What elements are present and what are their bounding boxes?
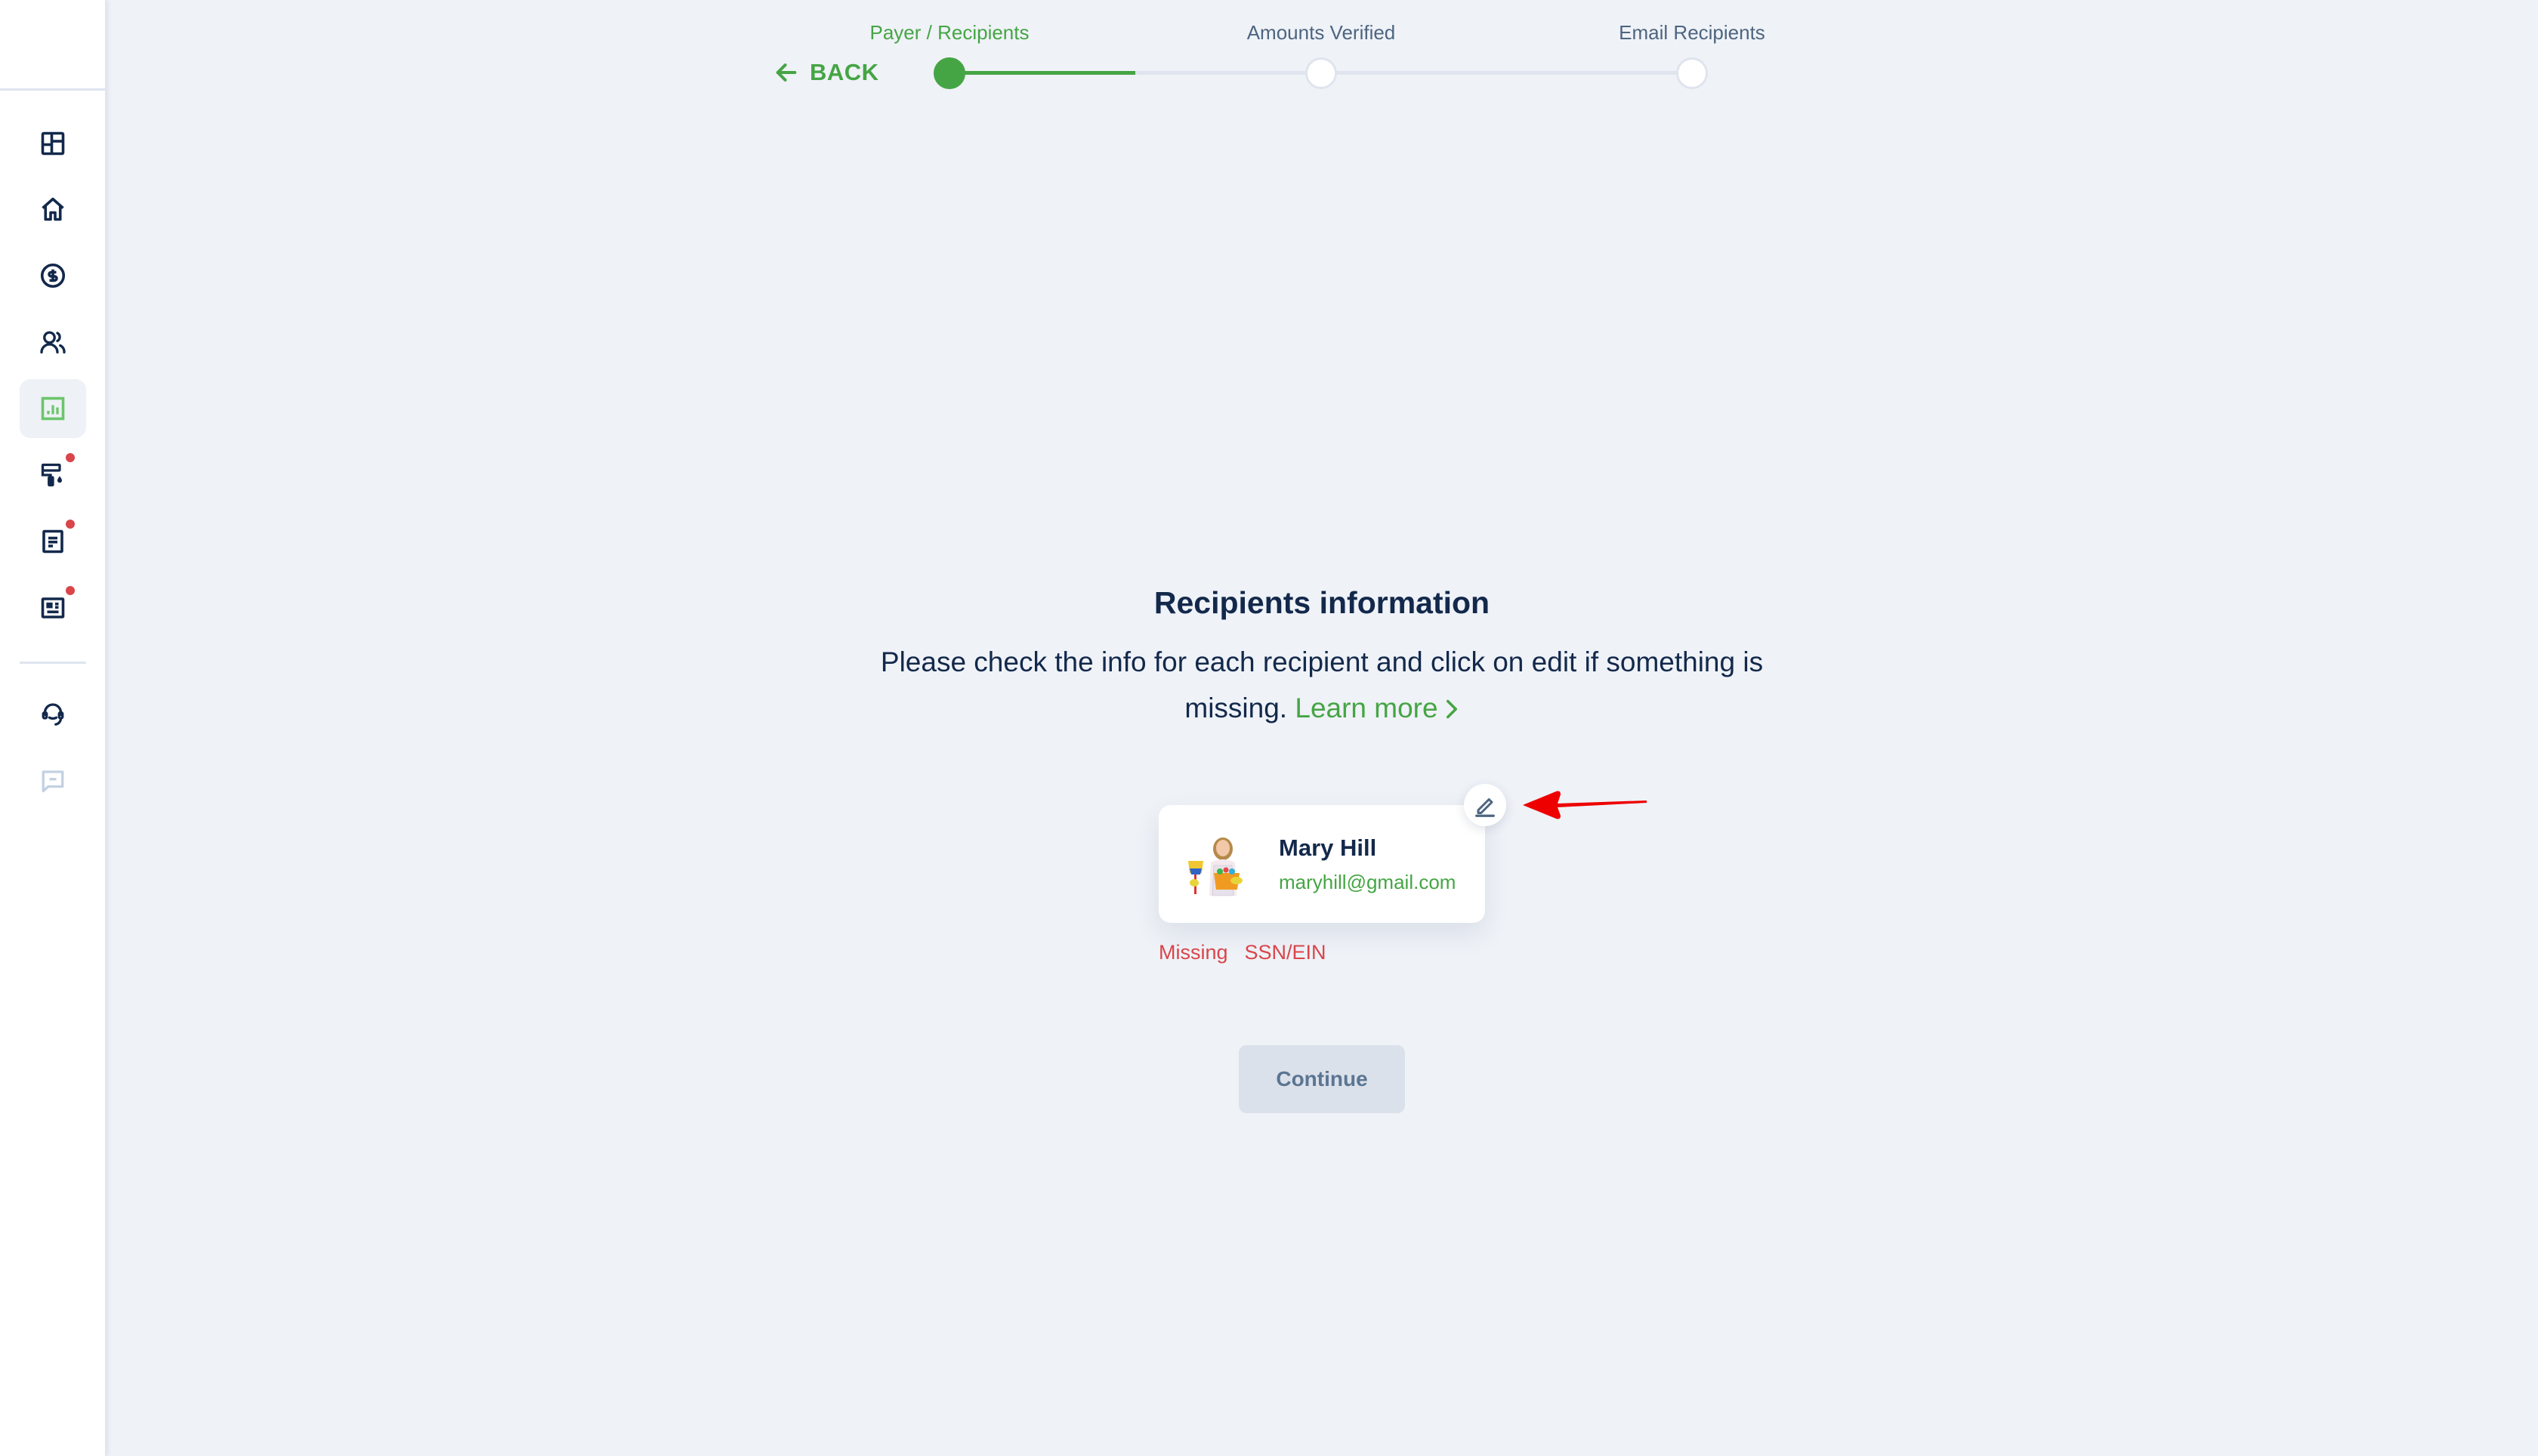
notification-dot xyxy=(66,453,75,462)
sidebar-item-home[interactable] xyxy=(20,180,86,239)
page-description: Please check the info for each recipient… xyxy=(838,639,1805,731)
sidebar-item-documents[interactable] xyxy=(20,512,86,571)
dollar-circle-icon xyxy=(40,263,66,288)
learn-more-link[interactable]: Learn more xyxy=(1295,693,1459,723)
stepper-track-done xyxy=(949,71,1135,75)
recipient-card[interactable]: Mary Hill maryhill@gmail.com xyxy=(1159,805,1485,923)
step-label-amounts-verified: Amounts Verified xyxy=(1246,21,1396,44)
users-icon xyxy=(40,331,66,354)
page-title: Recipients information xyxy=(1153,585,1490,620)
sidebar-item-dashboard[interactable] xyxy=(20,114,86,173)
stepper-track-pending xyxy=(1135,71,1692,75)
missing-field: SSN/EIN xyxy=(1244,941,1326,964)
step-label-payer-recipients: Payer / Recipients xyxy=(869,21,1030,44)
recipient-name: Mary Hill xyxy=(1279,834,1377,861)
arrow-left-icon xyxy=(776,63,797,82)
layout-grid-icon xyxy=(41,131,65,156)
notification-dot xyxy=(66,520,75,529)
back-label: BACK xyxy=(810,59,879,85)
bar-chart-icon xyxy=(41,396,65,421)
annotation-arrow-icon xyxy=(1523,791,1647,819)
recipient-avatar xyxy=(1184,826,1259,902)
recipient-photo xyxy=(1184,826,1259,902)
sidebar-item-payments[interactable] xyxy=(20,246,86,305)
missing-label: Missing xyxy=(1159,941,1228,964)
learn-more-label: Learn more xyxy=(1295,693,1438,723)
sidebar xyxy=(0,0,106,1456)
continue-button[interactable]: Continue xyxy=(1239,1045,1405,1113)
recipient-email: maryhill@gmail.com xyxy=(1279,870,1456,893)
chevron-right-icon xyxy=(1446,699,1457,719)
step-label-email-recipients: Email Recipients xyxy=(1619,21,1765,44)
back-button[interactable]: BACK xyxy=(773,59,879,86)
headset-icon xyxy=(42,703,64,726)
step-dot-payer-recipients[interactable] xyxy=(934,57,965,89)
home-icon xyxy=(42,197,64,221)
sidebar-divider xyxy=(20,662,86,664)
document-icon xyxy=(42,529,63,554)
step-dot-amounts-verified[interactable] xyxy=(1305,57,1337,89)
sidebar-item-services[interactable] xyxy=(20,446,86,504)
missing-info-warning: Missing SSN/EIN xyxy=(1159,941,1326,964)
sidebar-item-chat[interactable] xyxy=(20,751,86,810)
recipient-info: Mary Hill maryhill@gmail.com xyxy=(1279,834,1456,894)
pencil-icon xyxy=(1475,798,1495,817)
sidebar-item-contacts[interactable] xyxy=(20,313,86,372)
paint-roller-icon xyxy=(41,463,62,487)
step-dot-email-recipients[interactable] xyxy=(1676,57,1708,89)
sidebar-item-support[interactable] xyxy=(20,684,86,743)
sidebar-item-reports[interactable] xyxy=(20,379,86,438)
edit-recipient-button[interactable] xyxy=(1464,784,1506,826)
sidebar-top-divider xyxy=(0,88,106,91)
chat-icon xyxy=(42,770,64,793)
